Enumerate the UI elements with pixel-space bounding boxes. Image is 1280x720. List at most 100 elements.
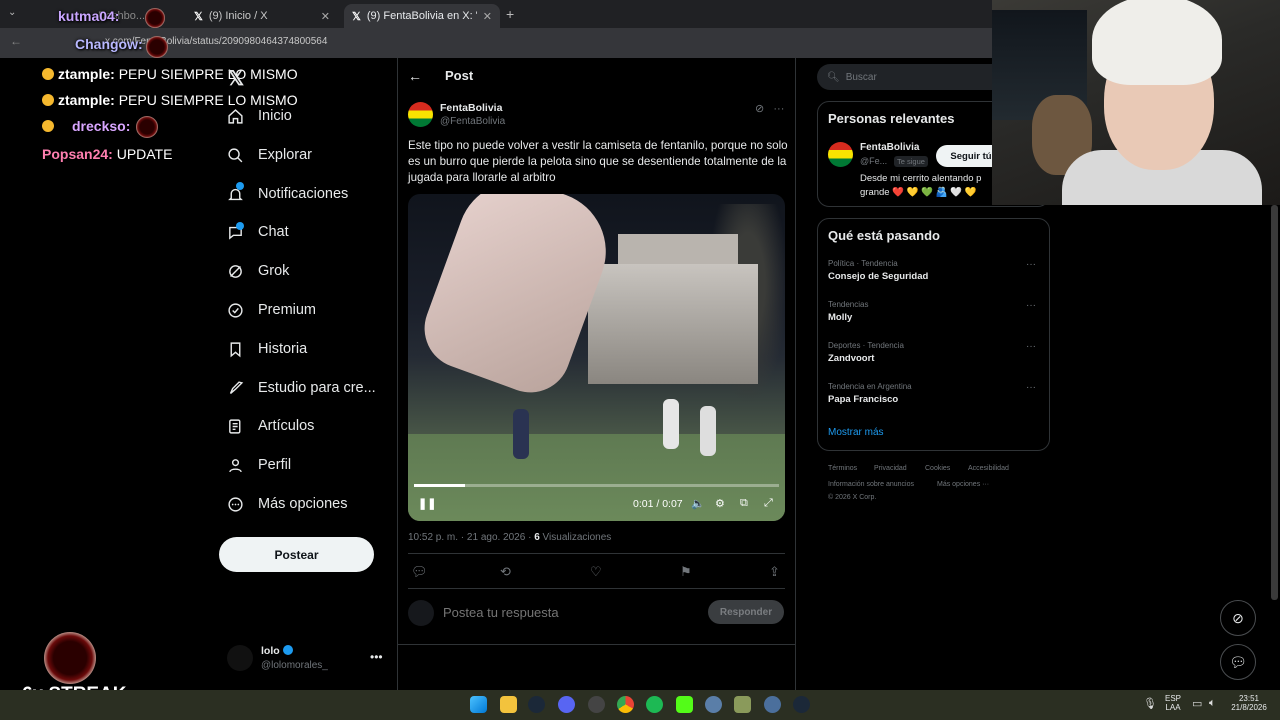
chat-user: Changow:: [75, 36, 143, 52]
trend-category: Política · Tendencia: [828, 259, 898, 268]
more-icon[interactable]: ···: [1026, 300, 1036, 311]
profile-handle: @lolomorales_: [261, 660, 328, 671]
like-icon[interactable]: ♡: [590, 564, 602, 580]
video-player[interactable]: ❚❚ 0:01 / 0:07 🔈 ⚙ ⧉ ⤢: [408, 194, 785, 521]
new-tab-button[interactable]: +: [506, 6, 514, 22]
video-progress-bar[interactable]: [414, 484, 779, 487]
nav-premium[interactable]: Premium: [226, 298, 316, 322]
more-icon[interactable]: ···: [773, 103, 784, 115]
nav-perfil[interactable]: Perfil: [226, 453, 291, 477]
more-icon[interactable]: ···: [1026, 259, 1036, 270]
chat-line: Changow:: [75, 36, 143, 52]
footer-link[interactable]: Accesibilidad: [968, 465, 1009, 472]
nav-articulos[interactable]: Artículos: [226, 414, 314, 438]
more-icon[interactable]: •••: [370, 650, 383, 664]
tab-list-chevron-icon[interactable]: ⌄: [8, 7, 16, 18]
tab-post[interactable]: 𝕏 (9) FentaBolivia en X: "Este tipo... ✕: [344, 4, 500, 28]
trends-title: Qué está pasando: [828, 228, 940, 243]
author-avatar[interactable]: [408, 102, 433, 127]
chat-line: kutma04:: [58, 8, 119, 24]
footer-link[interactable]: Cookies: [925, 465, 950, 472]
microphone-icon[interactable]: 🎙︎: [1143, 697, 1157, 710]
grok-fab-icon[interactable]: ⊘: [1220, 600, 1256, 636]
reply-icon[interactable]: 💬︎: [411, 564, 428, 580]
video-time: 0:01 / 0:07: [633, 498, 683, 510]
file-explorer-icon[interactable]: [500, 696, 517, 713]
nav-label: Artículos: [258, 418, 315, 434]
footer-link[interactable]: Términos: [828, 465, 857, 472]
footer-link[interactable]: Más opciones ···: [937, 481, 989, 488]
volume-icon[interactable]: 🔈: [691, 497, 705, 510]
relevant-avatar[interactable]: [828, 142, 853, 167]
language-indicator[interactable]: ESP LAA: [1162, 694, 1184, 712]
footer-link[interactable]: Privacidad: [874, 465, 907, 472]
nav-estudio[interactable]: Estudio para cre...: [226, 376, 376, 400]
grok-icon: [226, 262, 244, 280]
relevant-people-title: Personas relevantes: [828, 111, 955, 126]
more-icon[interactable]: ···: [1026, 382, 1036, 393]
pause-icon[interactable]: ❚❚: [418, 497, 436, 510]
trend-name: Molly: [828, 312, 853, 323]
x-logo-icon[interactable]: 𝕏: [228, 66, 244, 91]
scrollbar[interactable]: [1271, 205, 1278, 600]
streak-emote: [44, 632, 96, 684]
author-name[interactable]: FentaBolivia: [440, 102, 502, 114]
video-building: [588, 264, 758, 384]
search-input[interactable]: 🔍︎ Buscar: [817, 64, 1007, 90]
reply-input[interactable]: [441, 604, 691, 621]
back-icon[interactable]: ←: [10, 34, 22, 48]
emoji-icon: [42, 94, 54, 106]
back-arrow-icon[interactable]: ←: [408, 68, 422, 84]
app-icon[interactable]: [588, 696, 605, 713]
nav-mas-opciones[interactable]: Más opciones: [226, 492, 347, 516]
chrome-icon[interactable]: [617, 696, 634, 713]
bookmark-icon[interactable]: ⚑: [680, 564, 692, 580]
nav-historia[interactable]: Historia: [226, 337, 307, 361]
app-icon[interactable]: [734, 696, 751, 713]
spotify-icon[interactable]: [646, 696, 663, 713]
steam-icon[interactable]: [528, 696, 545, 713]
nav-grok[interactable]: Grok: [226, 259, 289, 283]
ccleaner-icon[interactable]: [705, 696, 722, 713]
tab-inicio[interactable]: 𝕏 (9) Inicio / X ✕: [186, 4, 338, 28]
footer-link[interactable]: Información sobre anuncios: [828, 481, 914, 488]
messages-fab-icon[interactable]: 💬︎: [1220, 644, 1256, 680]
clock-date: 21/8/2026: [1231, 703, 1267, 712]
author-handle[interactable]: @FentaBolivia: [440, 116, 505, 127]
windows-start-icon[interactable]: [470, 696, 487, 713]
close-icon[interactable]: ✕: [483, 10, 492, 23]
network-icon[interactable]: ▭: [1192, 697, 1202, 710]
clock[interactable]: 23:51 21/8/2026: [1226, 694, 1272, 712]
settings-icon[interactable]: ⚙: [715, 497, 725, 510]
repost-icon[interactable]: ⟲: [500, 564, 511, 580]
trends-panel: [817, 218, 1050, 451]
more-icon[interactable]: ···: [1026, 341, 1036, 352]
share-icon[interactable]: ⇪: [769, 564, 780, 580]
grok-icon[interactable]: ⊘: [755, 103, 764, 115]
show-more-link[interactable]: Mostrar más: [828, 427, 884, 438]
profile-avatar[interactable]: [227, 645, 253, 671]
nav-explorar[interactable]: Explorar: [226, 143, 312, 167]
video-player-figure: [513, 409, 529, 459]
reply-button[interactable]: Responder: [708, 600, 784, 624]
nav-label: Perfil: [258, 457, 292, 473]
close-icon[interactable]: ✕: [321, 10, 330, 23]
discord-icon[interactable]: [558, 696, 575, 713]
kick-icon[interactable]: [676, 696, 693, 713]
post-button[interactable]: Postear: [219, 537, 374, 572]
ccleaner-icon[interactable]: [764, 696, 781, 713]
pip-icon[interactable]: ⧉: [740, 497, 748, 510]
relevant-name[interactable]: FentaBolivia: [860, 142, 919, 153]
fullscreen-icon[interactable]: ⤢: [764, 497, 773, 510]
chat-user: dreckso:: [72, 118, 131, 134]
volume-icon[interactable]: 🔈︎: [1209, 697, 1216, 710]
profile-name[interactable]: lolo: [261, 645, 293, 657]
video-player-figure: [663, 399, 679, 449]
nav-inicio[interactable]: Inicio: [226, 104, 292, 128]
divider: [408, 553, 785, 554]
video-controls: ❚❚ 0:01 / 0:07 🔈 ⚙ ⧉ ⤢: [408, 494, 785, 516]
video-player-figure: [700, 406, 716, 456]
nav-notificaciones[interactable]: Notificaciones: [226, 182, 348, 206]
nav-label: Estudio para cre...: [258, 380, 376, 396]
steam-icon[interactable]: [793, 696, 810, 713]
